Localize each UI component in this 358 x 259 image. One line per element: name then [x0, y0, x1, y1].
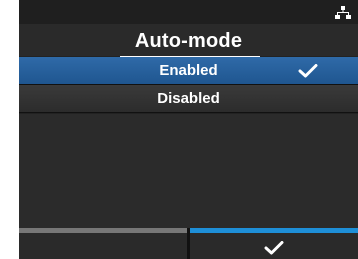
printer-display: Auto-mode Enabled Disabled	[19, 0, 358, 259]
screen-header: Auto-mode	[19, 24, 358, 58]
check-icon	[298, 64, 318, 78]
option-disabled[interactable]: Disabled	[19, 85, 358, 113]
status-bar	[19, 0, 358, 26]
confirm-button[interactable]	[190, 228, 358, 259]
softkey-left[interactable]	[19, 228, 187, 259]
check-icon	[264, 241, 284, 255]
option-label: Disabled	[157, 90, 220, 107]
option-enabled[interactable]: Enabled	[19, 57, 358, 85]
list-empty-area	[19, 114, 358, 228]
page-title: Auto-mode	[134, 30, 243, 52]
network-icon	[335, 6, 351, 19]
softkey-bar	[19, 228, 358, 259]
